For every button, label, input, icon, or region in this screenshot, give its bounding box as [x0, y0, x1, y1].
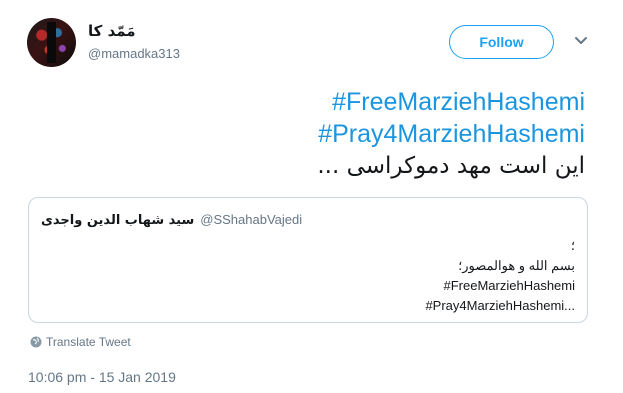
quoted-tweet-header: سید شهاب الدین واجدی @SShahabVajedi	[41, 212, 302, 228]
hashtag-link[interactable]: #Pray4MarziehHashemi	[317, 118, 585, 150]
globe-icon	[30, 336, 42, 348]
quoted-line: ؛	[570, 238, 575, 253]
quoted-line: #FreeMarziehHashemi	[443, 278, 576, 293]
hashtag-link[interactable]: #FreeMarziehHashemi	[317, 86, 585, 118]
tweet-text: #FreeMarziehHashemi #Pray4MarziehHashemi…	[317, 86, 585, 182]
quoted-author-handle: @SShahabVajedi	[200, 212, 303, 227]
quoted-line: #Pray4MarziehHashemi...	[425, 298, 575, 313]
translate-label[interactable]: Translate Tweet	[46, 335, 131, 349]
translate-tweet-link[interactable]: Translate Tweet	[30, 335, 131, 349]
quoted-author-name: سید شهاب الدین واجدی	[41, 213, 195, 228]
quoted-tweet-card[interactable]: سید شهاب الدین واجدی @SShahabVajedi ؛ بس…	[28, 197, 588, 323]
author-display-name[interactable]: مَمّد کا	[88, 22, 136, 40]
avatar[interactable]	[27, 18, 76, 67]
chevron-down-icon[interactable]	[574, 36, 588, 46]
quoted-tweet-body: ؛ بسم الله و هوالمصور؛ #FreeMarziehHashe…	[425, 236, 575, 316]
tweet-timestamp[interactable]: 10:06 pm - 15 Jan 2019	[28, 369, 176, 385]
follow-button[interactable]: Follow	[449, 25, 554, 59]
quoted-line: بسم الله و هوالمصور؛	[458, 258, 575, 273]
tweet-body-text: این است مهد دموکراسی ...	[317, 153, 585, 179]
author-username[interactable]: @mamadka313	[88, 46, 180, 61]
